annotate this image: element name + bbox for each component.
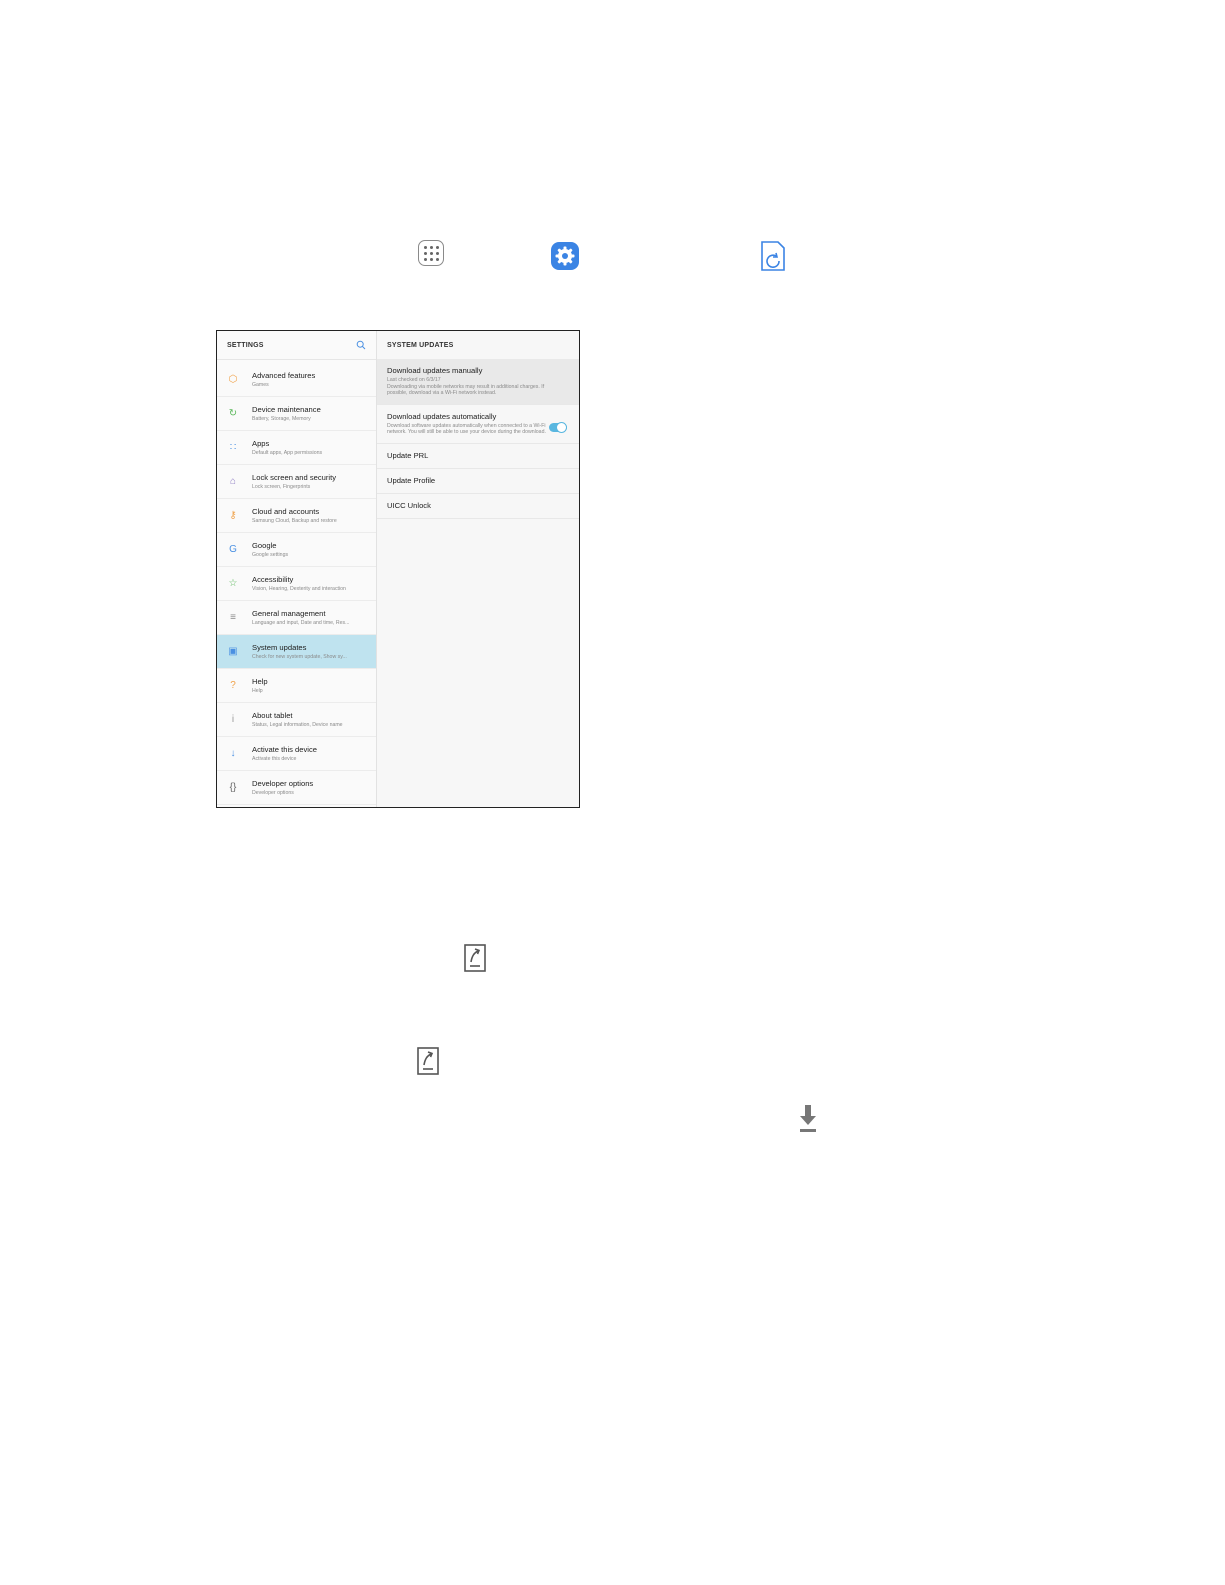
uicc-unlock[interactable]: UICC Unlock — [377, 494, 579, 519]
menu-item-subtitle: Status, Legal information, Device name — [252, 722, 343, 728]
option-title: UICC Unlock — [387, 501, 431, 511]
menu-item-advanced-features[interactable]: ⬡ Advanced features Games — [217, 363, 376, 397]
menu-item-text: Device maintenance Battery, Storage, Memo… — [252, 405, 364, 422]
menu-item-subtitle: Language and input, Date and time, Res..… — [252, 620, 350, 626]
menu-item-activate-this-device[interactable]: ↓ Activate this device Activate this devic… — [217, 737, 376, 771]
system-updates-icon — [760, 240, 788, 272]
menu-item-title: Advanced features — [252, 371, 316, 380]
apps-grid-icon: ∷ — [229, 442, 237, 453]
menu-item-subtitle: Vision, Hearing, Dexterity and interacti… — [252, 586, 346, 592]
menu-item-cloud-and-accounts[interactable]: ⚷ Cloud and accounts Samsung Cloud, Backup… — [217, 499, 376, 533]
menu-item-subtitle: Google settings — [252, 552, 289, 558]
option-title: Download updates manually — [387, 366, 483, 375]
search-icon[interactable] — [356, 340, 366, 350]
sliders-icon: ≡ — [230, 612, 236, 623]
menu-item-title: Help — [252, 677, 268, 686]
menu-item-text: Activate this device Activate this device — [252, 745, 364, 762]
menu-item-subtitle: Battery, Storage, Memory — [252, 416, 311, 422]
download-icon — [798, 1104, 818, 1134]
menu-item-text: General management Language and input, Da… — [252, 609, 364, 626]
settings-icon — [551, 242, 579, 270]
lock-icon: ⌂ — [229, 476, 237, 487]
menu-item-title: Cloud and accounts — [252, 507, 320, 516]
menu-item-developer-options[interactable]: {} Developer options Developer options — [217, 771, 376, 805]
hexagon-plus-icon: ⬡ — [228, 374, 238, 385]
menu-item-help[interactable]: ? Help Help — [217, 669, 376, 703]
menu-item-title: Apps — [252, 439, 270, 448]
settings-header: SETTINGS — [217, 331, 376, 360]
accessibility-icon: ☆ — [228, 578, 238, 589]
option-title: Update Profile — [387, 476, 436, 486]
menu-item-subtitle: Lock screen, Fingerprints — [252, 484, 311, 490]
menu-item-text: Help Help — [252, 677, 364, 694]
menu-item-accessibility[interactable]: ☆ Accessibility Vision, Hearing, Dexterity… — [217, 567, 376, 601]
menu-item-text: Cloud and accounts Samsung Cloud, Backup … — [252, 507, 364, 524]
menu-item-title: Lock screen and security — [252, 473, 336, 482]
menu-item-subtitle: Activate this device — [252, 756, 297, 762]
menu-item-subtitle: Samsung Cloud, Backup and restore — [252, 518, 337, 524]
menu-item-text: Advanced features Games — [252, 371, 364, 388]
menu-item-subtitle: Help — [252, 688, 263, 694]
option-title: Download updates automatically — [387, 411, 497, 421]
menu-item-subtitle: Check for new system update, Show sy... — [252, 654, 347, 660]
settings-title: SETTINGS — [227, 341, 264, 349]
update-prl[interactable]: Update PRL — [377, 444, 579, 469]
system-updates-title: SYSTEM UPDATES — [387, 341, 454, 349]
menu-item-text: Apps Default apps, App permissions — [252, 439, 364, 456]
google-icon: G — [229, 544, 237, 555]
menu-item-text: Developer options Developer options — [252, 779, 364, 796]
menu-item-title: About tablet — [252, 711, 293, 720]
menu-item-subtitle: Developer options — [252, 790, 294, 796]
menu-item-device-maintenance[interactable]: ↻ Device maintenance Battery, Storage, Mem… — [217, 397, 376, 431]
download-updates-automatically[interactable]: Download updates automatically Download … — [377, 405, 579, 444]
braces-icon: {} — [229, 782, 237, 793]
activate-icon: ↓ — [230, 748, 236, 759]
refresh-circle-icon: ↻ — [228, 408, 238, 419]
option-title: Update PRL — [387, 451, 429, 461]
info-icon: i — [231, 714, 235, 725]
menu-item-subtitle: Default apps, App permissions — [252, 450, 323, 456]
option-summary: Download software updates automatically … — [387, 422, 546, 436]
update-profile-icon — [464, 944, 486, 972]
menu-item-google[interactable]: G Google Google settings — [217, 533, 376, 567]
menu-item-lock-screen-and-security[interactable]: ⌂ Lock screen and security Lock screen, Fi… — [217, 465, 376, 499]
menu-item-title: System updates — [252, 643, 307, 652]
menu-item-text: Accessibility Vision, Hearing, Dexterity … — [252, 575, 364, 592]
system-updates-header: SYSTEM UPDATES — [377, 331, 579, 359]
menu-item-general-management[interactable]: ≡ General management Language and input, D… — [217, 601, 376, 635]
menu-item-text: About tablet Status, Legal information, D… — [252, 711, 364, 728]
option-summary: Last checked on 6/3/17 Downloading via mo… — [387, 377, 545, 397]
menu-item-title: Google — [252, 541, 277, 550]
download-updates-manually[interactable]: Download updates manually Last checked o… — [377, 359, 579, 405]
system-update-icon: ▣ — [228, 646, 238, 657]
menu-item-system-updates[interactable]: ▣ System updates Check for new system upda… — [217, 635, 376, 669]
menu-item-text: Lock screen and security Lock screen, Fin… — [252, 473, 364, 490]
auto-update-toggle[interactable] — [549, 421, 567, 433]
help-icon: ? — [230, 680, 236, 691]
settings-menu: ⬡ Advanced features Games ↻ Device maintenan… — [217, 363, 376, 805]
menu-item-title: Developer options — [252, 779, 314, 788]
menu-item-subtitle: Games — [252, 382, 269, 388]
menu-item-title: General management — [252, 609, 326, 618]
apps-icon — [418, 240, 444, 266]
menu-item-title: Activate this device — [252, 745, 317, 754]
update-profile[interactable]: Update Profile — [377, 469, 579, 494]
menu-item-title: Device maintenance — [252, 405, 321, 414]
menu-item-text: System updates Check for new system updat… — [252, 643, 364, 660]
update-prl-icon — [417, 1047, 439, 1075]
menu-item-text: Google Google settings — [252, 541, 364, 558]
menu-item-about-tablet[interactable]: i About tablet Status, Legal information, … — [217, 703, 376, 737]
settings-screenshot: SETTINGS ⬡ Advanced features Games ↻ Device … — [216, 330, 580, 808]
key-icon: ⚷ — [229, 510, 237, 521]
settings-menu-pane: SETTINGS ⬡ Advanced features Games ↻ Device … — [217, 331, 377, 807]
system-updates-pane: SYSTEM UPDATES Download updates manually… — [377, 331, 579, 807]
menu-item-title: Accessibility — [252, 575, 294, 584]
menu-item-apps[interactable]: ∷ Apps Default apps, App permissions — [217, 431, 376, 465]
